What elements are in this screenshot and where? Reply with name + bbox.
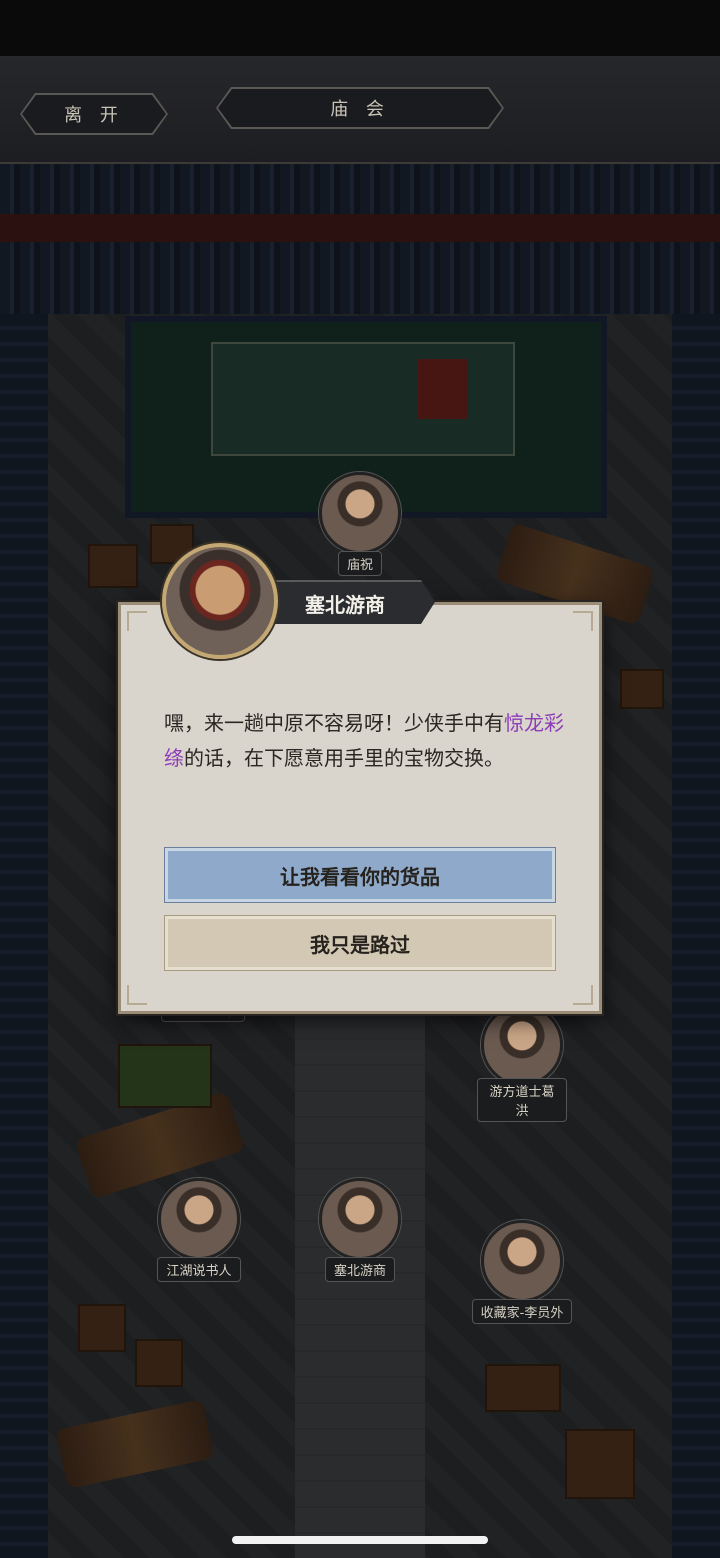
leave-button[interactable]: 离 开	[22, 95, 166, 133]
npc-name-label: 游方道士葛洪	[477, 1078, 567, 1122]
corner-ornament	[573, 985, 593, 1005]
corner-ornament	[127, 985, 147, 1005]
corner-ornament	[573, 611, 593, 631]
npc-portrait	[481, 1004, 563, 1086]
npc-name-label: 庙祝	[337, 551, 382, 576]
top-bar: 离 开 庙 会	[0, 56, 720, 164]
npc-portrait	[158, 1178, 240, 1260]
dialog-text-before: 嘿，来一趟中原不容易呀！少侠手中有	[164, 711, 504, 735]
view-goods-button[interactable]: 让我看看你的货品	[165, 848, 555, 902]
speaker-name-plate: 塞北游商	[255, 580, 435, 624]
npc-temple-keeper[interactable]: 庙祝	[315, 472, 405, 576]
npc-name-label: 塞北游商	[324, 1257, 395, 1282]
status-bar	[0, 0, 720, 56]
npc-northern-merchant[interactable]: 塞北游商	[315, 1178, 405, 1282]
npc-portrait	[319, 1178, 401, 1260]
just-passing-button[interactable]: 我只是路过	[165, 916, 555, 970]
npc-name-label: 收藏家-李员外	[471, 1299, 573, 1324]
npc-taoist-gehong[interactable]: 游方道士葛洪	[477, 1004, 567, 1122]
npc-portrait	[481, 1220, 563, 1302]
npc-collector-li[interactable]: 收藏家-李员外	[471, 1220, 573, 1324]
npc-storyteller[interactable]: 江湖说书人	[154, 1178, 244, 1282]
home-indicator[interactable]	[232, 1536, 488, 1544]
npc-name-label: 江湖说书人	[157, 1257, 241, 1282]
speaker-avatar	[162, 543, 278, 659]
corner-ornament	[127, 611, 147, 631]
dialog-text: 嘿，来一趟中原不容易呀！少侠手中有惊龙彩绦的话，在下愿意用手里的宝物交换。	[164, 706, 564, 776]
dialog-text-after: 的话，在下愿意用手里的宝物交换。	[184, 746, 504, 770]
page-title: 庙 会	[218, 89, 502, 127]
npc-portrait	[319, 472, 401, 554]
